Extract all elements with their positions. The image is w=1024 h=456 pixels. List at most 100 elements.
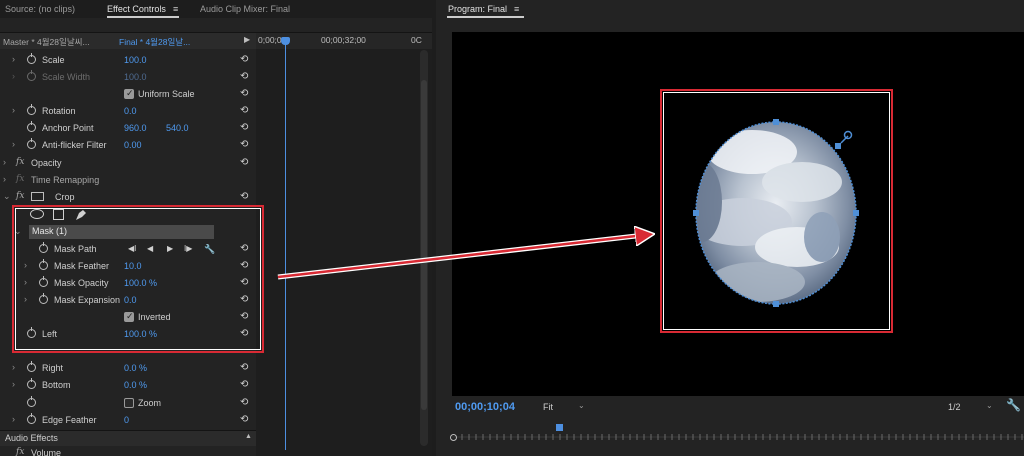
stopwatch-icon[interactable]: [27, 121, 36, 132]
panel-menu-icon[interactable]: ≡: [514, 4, 519, 14]
play-only-audio-button[interactable]: ▶: [244, 35, 250, 44]
fx-icon[interactable]: fx: [16, 174, 24, 184]
zoom-level-select[interactable]: Fit ⌄: [538, 401, 590, 415]
reset-icon[interactable]: ⟲: [240, 379, 248, 390]
collapse-caret[interactable]: ⌄: [3, 191, 11, 202]
effect-label: Crop: [55, 192, 75, 202]
playhead-marker[interactable]: [556, 424, 563, 431]
playhead-line[interactable]: [285, 44, 286, 450]
mask-highlight-box: [12, 205, 264, 353]
sequence-clip-label[interactable]: Final * 4월28일날...: [119, 36, 190, 48]
ruler-timecode-start: 0;00;0: [258, 35, 282, 45]
stopwatch-icon[interactable]: [27, 70, 36, 81]
property-row-scale-width: › Scale Width 100.0 ⟲: [0, 69, 256, 86]
preview-highlight-box: [660, 89, 893, 333]
settings-wrench-icon[interactable]: 🔧: [1006, 398, 1021, 412]
program-monitor-tab[interactable]: Program: Final: [448, 4, 507, 14]
reset-icon[interactable]: ⟲: [240, 191, 248, 202]
property-row-edge-feather: › Edge Feather 0 ⟲: [0, 412, 256, 429]
playhead-handle[interactable]: [281, 37, 290, 45]
time-ruler-ticks[interactable]: [452, 433, 1024, 441]
expand-caret[interactable]: ›: [12, 414, 15, 424]
scrollbar-thumb[interactable]: [421, 80, 427, 410]
anti-flicker-value[interactable]: 0.00: [124, 140, 142, 150]
reset-icon[interactable]: ⟲: [240, 397, 248, 408]
chevron-down-icon: ⌄: [986, 401, 993, 410]
stopwatch-icon[interactable]: [27, 361, 36, 372]
property-row-right: › Right 0.0 % ⟲: [0, 360, 256, 377]
edge-feather-value[interactable]: 0: [124, 415, 129, 425]
expand-caret[interactable]: ›: [12, 379, 15, 389]
reset-icon[interactable]: ⟲: [240, 139, 248, 150]
crop-right-value[interactable]: 0.0 %: [124, 363, 147, 373]
reset-icon[interactable]: ⟲: [240, 105, 248, 116]
property-row-bottom: › Bottom 0.0 % ⟲: [0, 377, 256, 394]
master-clip-label[interactable]: Master * 4월28일날씨...: [3, 36, 90, 48]
property-label: Right: [42, 363, 64, 373]
playhead-timecode[interactable]: 00;00;10;04: [455, 401, 515, 413]
scale-value[interactable]: 100.0: [124, 55, 147, 65]
collapse-triangle-icon[interactable]: ▲: [245, 433, 252, 440]
property-row-zoom: Zoom ⟲: [0, 395, 256, 412]
effect-row-volume: fx Volume: [0, 447, 256, 456]
effect-row-crop: ⌄ fx Crop ⟲: [0, 189, 256, 206]
reset-icon[interactable]: ⟲: [240, 88, 248, 99]
expand-caret[interactable]: ›: [12, 54, 15, 64]
property-label: Anti-flicker Filter: [42, 140, 107, 150]
fx-icon[interactable]: fx: [16, 447, 24, 456]
stopwatch-icon[interactable]: [27, 378, 36, 389]
panel-menu-icon[interactable]: ≡: [173, 4, 178, 14]
effect-row-opacity: › fx Opacity ⟲: [0, 155, 256, 172]
audio-effects-label: Audio Effects: [5, 433, 58, 443]
expand-caret[interactable]: ›: [12, 139, 15, 149]
anchor-y-value[interactable]: 540.0: [166, 123, 189, 133]
tab-effect-controls[interactable]: Effect Controls: [107, 4, 166, 14]
expand-caret[interactable]: ›: [3, 157, 6, 167]
expand-caret[interactable]: ›: [12, 362, 15, 372]
reset-icon[interactable]: ⟲: [240, 362, 248, 373]
stopwatch-icon[interactable]: [27, 138, 36, 149]
expand-caret[interactable]: ›: [12, 71, 15, 81]
reset-icon[interactable]: ⟲: [240, 122, 248, 133]
property-label: Scale: [42, 55, 65, 65]
reset-icon[interactable]: ⟲: [240, 54, 248, 65]
stopwatch-icon[interactable]: [27, 396, 36, 407]
playback-resolution-select[interactable]: 1/2 ⌄: [944, 401, 996, 415]
reset-icon[interactable]: ⟲: [240, 71, 248, 82]
effect-timeline-area[interactable]: [256, 32, 432, 456]
stopwatch-icon[interactable]: [27, 413, 36, 424]
ruler-timecode-end: 0C: [411, 35, 422, 45]
effect-label: Time Remapping: [31, 175, 100, 185]
ruler-timecode-mid: 00;00;32;00: [321, 35, 366, 45]
property-label: Anchor Point: [42, 123, 94, 133]
property-row-uniform-scale: Uniform Scale ⟲: [0, 86, 256, 103]
in-point-handle[interactable]: [450, 434, 457, 441]
checkbox-label: Zoom: [138, 398, 162, 408]
tab-source[interactable]: Source: (no clips): [5, 4, 75, 14]
anchor-x-value[interactable]: 960.0: [124, 123, 147, 133]
active-tab-indicator: [447, 16, 524, 18]
zoom-checkbox[interactable]: [124, 398, 134, 408]
chevron-down-icon: ⌄: [578, 401, 585, 410]
effect-label: Volume: [31, 448, 62, 456]
zoom-level-value: Fit: [543, 402, 553, 412]
tab-audio-clip-mixer[interactable]: Audio Clip Mixer: Final: [200, 4, 290, 14]
scale-width-value[interactable]: 100.0: [124, 72, 147, 82]
transform-icon: [31, 192, 44, 201]
uniform-scale-checkbox[interactable]: [124, 88, 134, 99]
active-tab-indicator: [107, 16, 179, 18]
expand-caret[interactable]: ›: [12, 105, 15, 115]
property-label: Scale Width: [42, 72, 91, 82]
fx-icon[interactable]: fx: [16, 157, 24, 167]
fx-icon[interactable]: fx: [16, 191, 24, 201]
stopwatch-icon[interactable]: [27, 53, 36, 64]
crop-bottom-value[interactable]: 0.0 %: [124, 380, 147, 390]
stopwatch-icon[interactable]: [27, 104, 36, 115]
rotation-value[interactable]: 0.0: [124, 106, 137, 116]
effect-label: Opacity: [31, 158, 62, 168]
reset-icon[interactable]: ⟲: [240, 157, 248, 168]
property-row-scale: › Scale 100.0 ⟲: [0, 52, 256, 69]
reset-icon[interactable]: ⟲: [240, 414, 248, 425]
property-row-anchor-point: Anchor Point 960.0 540.0 ⟲: [0, 120, 256, 137]
expand-caret[interactable]: ›: [3, 174, 6, 184]
